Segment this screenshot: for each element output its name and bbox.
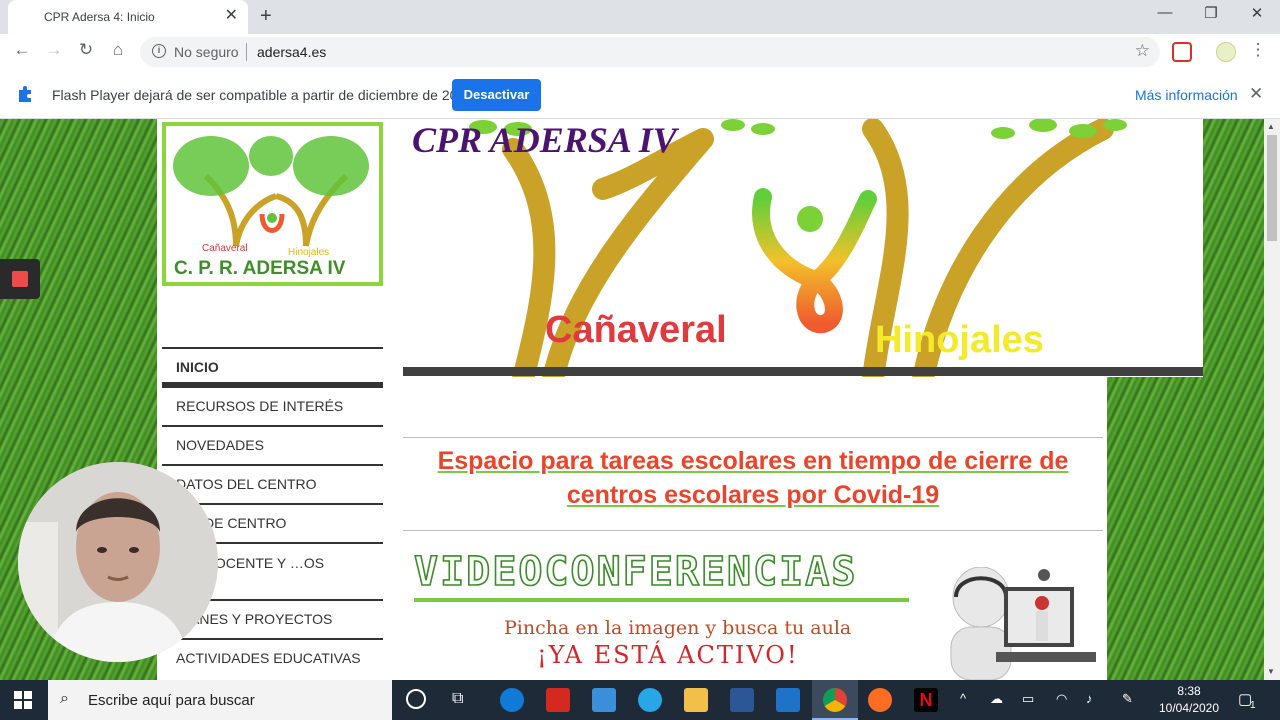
windows-taskbar: ⌕ Escribe aquí para buscar ⧉ N ^ ☁ ▭ ◠ ♪… (0, 680, 1280, 720)
bookmark-star-icon[interactable]: ☆ (1135, 41, 1150, 61)
extension-icon[interactable] (1172, 42, 1192, 62)
clock-date: 10/04/2020 (1158, 701, 1220, 715)
tab-title: CPR Adersa 4: Inicio (44, 10, 155, 24)
reload-icon[interactable]: ↻ (74, 40, 98, 60)
browser-tab[interactable]: CPR Adersa 4: Inicio ✕ (8, 0, 248, 34)
new-tab-icon[interactable]: + (260, 5, 272, 28)
word-icon[interactable] (730, 688, 754, 712)
school-logo[interactable]: Cañaveral Hinojales C. P. R. ADERSA IV (162, 122, 383, 286)
video-instructions[interactable]: Pincha en la imagen y busca tu aula (504, 617, 851, 639)
scroll-down-icon[interactable]: ▼ (1267, 667, 1275, 676)
title-underline (414, 598, 909, 602)
system-clock[interactable]: 8:38 10/04/2020 (1150, 683, 1228, 717)
wifi-icon[interactable]: ◠ (1056, 691, 1067, 707)
vertical-scrollbar[interactable]: ▲ ▼ (1264, 119, 1280, 680)
onedrive-icon[interactable]: ☁ (990, 691, 1003, 707)
videoconference-figure-icon[interactable] (946, 567, 1101, 680)
divider (403, 530, 1103, 531)
scroll-up-icon[interactable]: ▲ (1267, 122, 1275, 131)
tray-chevron-icon[interactable]: ^ (960, 691, 966, 706)
notification-count: 1 (1250, 700, 1256, 711)
videoconferencias-title[interactable]: VIDEOCONFERENCIAS (413, 548, 857, 596)
infobar-message: Flash Player dejará de ser compatible a … (52, 87, 477, 103)
chrome-icon (823, 688, 847, 712)
battery-icon[interactable]: ▭ (1022, 691, 1034, 707)
volume-icon[interactable]: ♪ (1086, 691, 1093, 706)
deactivate-button[interactable]: Desactivar (452, 79, 541, 111)
banner-town-left: Cañaveral (545, 309, 727, 351)
sidebar-item-actividades[interactable]: ACTIVIDADES EDUCATIVAS (162, 638, 383, 677)
edge-icon[interactable] (500, 688, 524, 712)
minimize-icon[interactable]: — (1142, 4, 1188, 21)
restore-icon[interactable]: ❐ (1188, 4, 1234, 22)
task-view-icon[interactable]: ⧉ (452, 690, 463, 708)
more-info-link[interactable]: Más información (1135, 87, 1238, 103)
clock-time: 8:38 (1177, 684, 1201, 698)
search-placeholder: Escribe aquí para buscar (88, 692, 255, 709)
info-icon[interactable]: i (152, 44, 166, 58)
recorder-widget[interactable] (0, 259, 40, 299)
tab-strip: CPR Adersa 4: Inicio ✕ + — ❐ ✕ (0, 0, 1280, 34)
url-text[interactable]: adersa4.es (257, 44, 326, 60)
logo-title: C. P. R. ADERSA IV (174, 258, 346, 279)
pen-icon[interactable]: ✎ (1122, 691, 1133, 707)
close-icon[interactable]: ✕ (1249, 84, 1263, 104)
sidebar-item-recursos[interactable]: RECURSOS DE INTERÉS (162, 386, 383, 425)
sidebar-item-inicio[interactable]: INICIO (162, 347, 383, 386)
sidebar-item-datos[interactable]: DATOS DEL CENTRO (162, 464, 383, 503)
chrome-taskbar-active[interactable] (812, 680, 858, 720)
divider (403, 437, 1103, 438)
forward-icon[interactable]: → (42, 40, 66, 60)
home-icon[interactable]: ⌂ (106, 40, 130, 60)
omnibox-divider (246, 43, 247, 61)
menu-kebab-icon[interactable]: ⋮ (1246, 40, 1270, 60)
covid-headline-link[interactable]: Espacio para tareas escolares en tiempo … (403, 444, 1103, 512)
address-bar[interactable]: i No seguro adersa4.es ☆ (140, 37, 1160, 67)
close-tab-icon[interactable]: ✕ (225, 8, 238, 24)
back-icon[interactable]: ← (10, 40, 34, 60)
cortana-icon[interactable] (406, 689, 426, 709)
video-active-label[interactable]: ¡YA ESTÁ ACTIVO! (537, 641, 799, 669)
profile-avatar[interactable] (1216, 42, 1236, 62)
scroll-thumb[interactable] (1267, 135, 1277, 241)
mail-icon[interactable] (776, 688, 800, 712)
puzzle-piece-icon (16, 84, 36, 104)
banner-town-right: Hinojales (875, 319, 1044, 361)
pen-app-icon[interactable] (592, 688, 616, 712)
record-stop-icon[interactable] (12, 271, 28, 287)
app-icon[interactable] (638, 688, 662, 712)
browser-toolbar: ← → ↻ ⌂ i No seguro adersa4.es ☆ ⋮ (0, 34, 1280, 70)
site-title: CPR ADERSA IV (412, 120, 677, 160)
netflix-icon[interactable]: N (914, 688, 938, 712)
taskbar-search-input[interactable]: ⌕ Escribe aquí para buscar (48, 680, 392, 720)
logo-town-right: Hinojales (288, 247, 330, 258)
acrobat-icon[interactable] (546, 688, 570, 712)
sidebar-item-novedades[interactable]: NOVEDADES (162, 425, 383, 464)
banner-divider (403, 367, 1203, 376)
file-explorer-icon[interactable] (684, 688, 708, 712)
logo-town-left: Cañaveral (202, 243, 248, 254)
search-icon: ⌕ (60, 690, 69, 707)
close-window-icon[interactable]: ✕ (1234, 4, 1280, 22)
presenter-video-icon (18, 462, 218, 662)
flash-infobar: Flash Player dejará de ser compatible a … (0, 70, 1280, 119)
windows-start-icon[interactable] (14, 691, 32, 709)
webcam-overlay (18, 462, 218, 662)
security-label: No seguro (174, 44, 239, 60)
firefox-icon[interactable] (868, 688, 892, 712)
